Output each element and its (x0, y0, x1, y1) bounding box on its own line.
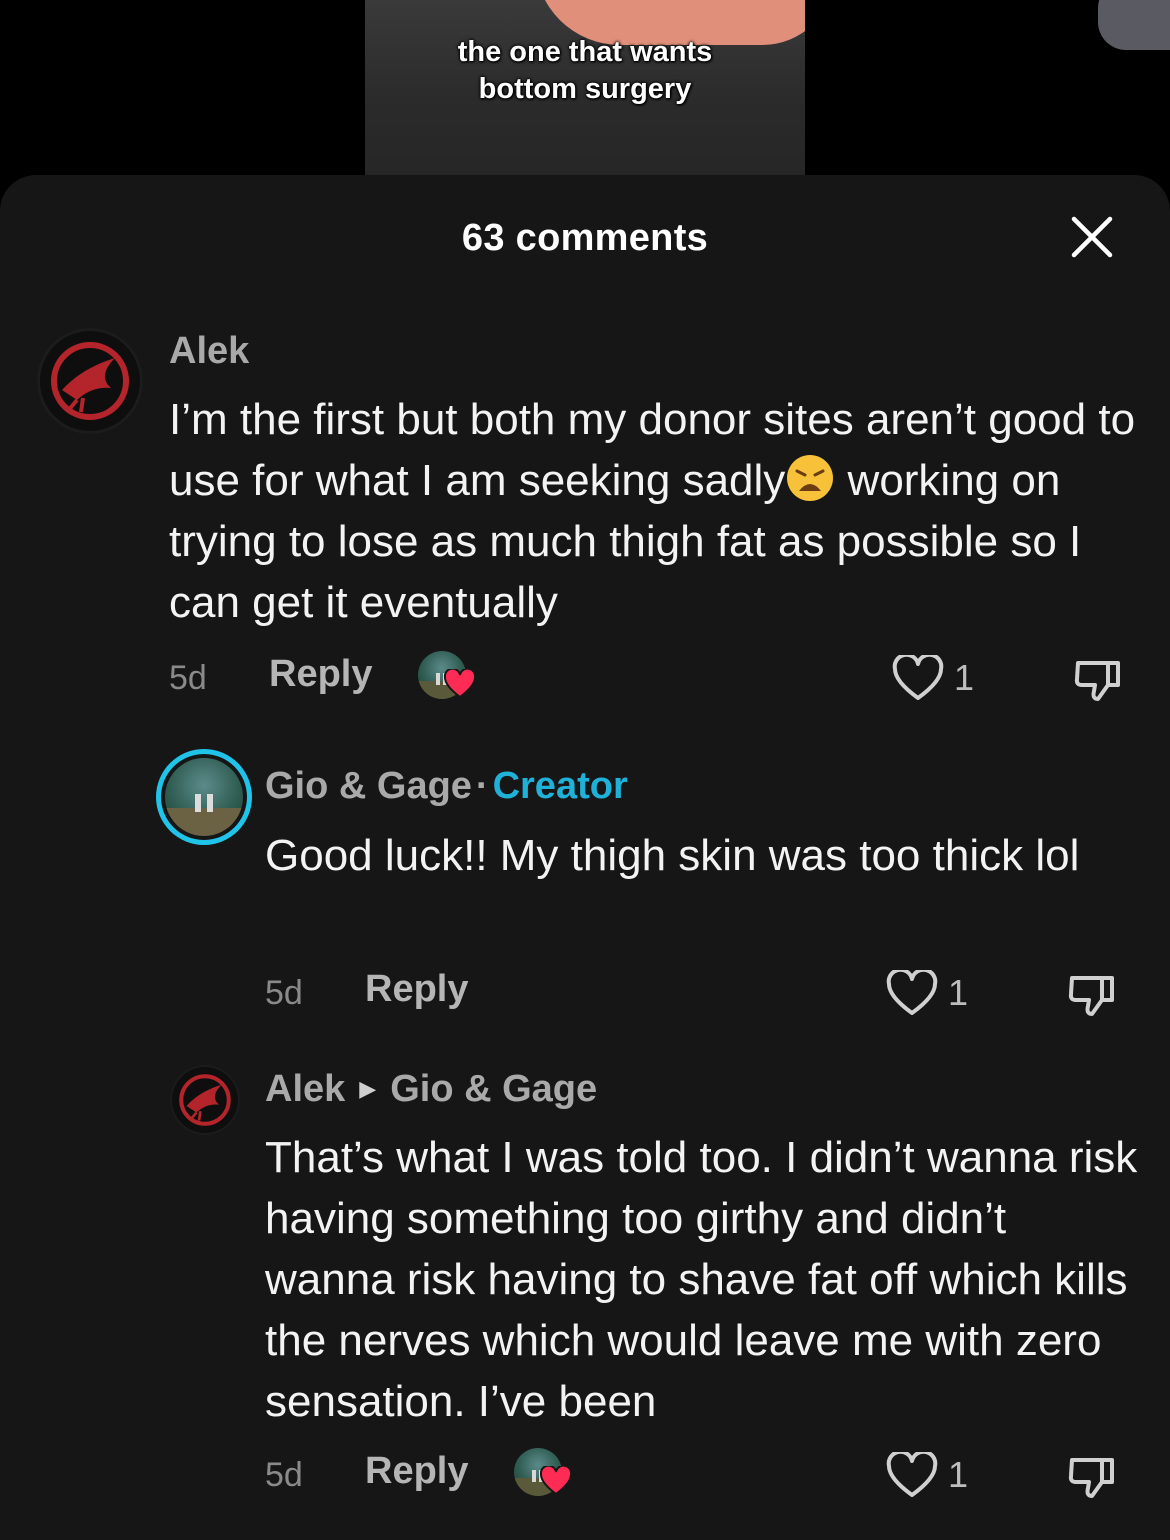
avatar[interactable] (170, 1065, 240, 1135)
liked-by-creator-badge (514, 1448, 572, 1500)
mockingjay-icon (179, 1074, 231, 1126)
reply-button[interactable]: Reply (365, 1450, 468, 1493)
reply-arrow-icon: ▶ (359, 1075, 377, 1101)
comment-time: 5d (265, 1456, 303, 1494)
video-caption: the one that wants bottom surgery (365, 34, 805, 108)
video-caption-line: bottom surgery (478, 73, 692, 105)
video-caption-line: the one that wants (457, 36, 713, 68)
comments-sheet: 63 comments Alek I’m the first but both … (0, 175, 1170, 1540)
side-panel-handle[interactable] (1098, 0, 1170, 50)
video-preview[interactable]: the one that wants bottom surgery (0, 0, 1170, 200)
dislike-button[interactable] (1066, 1452, 1118, 1502)
thumbs-down-icon (1068, 1458, 1114, 1498)
heart-icon (540, 1466, 572, 1496)
reply-to-name[interactable]: Gio & Gage (390, 1068, 597, 1110)
like-count: 1 (948, 1454, 969, 1495)
comment-username[interactable]: Alek ▶ Gio & Gage (265, 1068, 597, 1111)
comment-meta: 5d Reply 1 (265, 1448, 1135, 1502)
comment-text: That’s what I was told too. I didn’t wan… (265, 1133, 1138, 1426)
heart-outline-icon (886, 1452, 938, 1497)
reply-item: Alek ▶ Gio & Gage That’s what I was told t… (0, 175, 1170, 1540)
reply-author[interactable]: Alek (265, 1068, 345, 1110)
video-frame[interactable]: the one that wants bottom surgery (365, 0, 805, 180)
